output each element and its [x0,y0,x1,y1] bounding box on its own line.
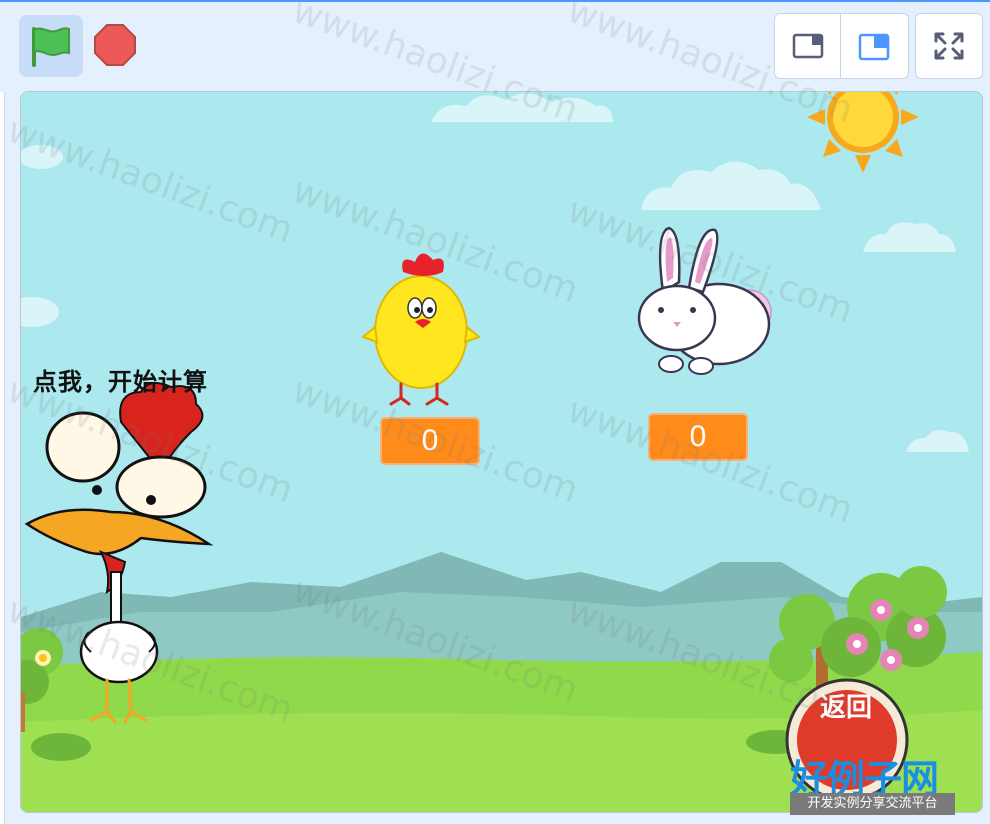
green-flag-button[interactable] [19,15,83,77]
left-panel-edge [0,92,5,824]
stop-icon [94,24,136,66]
normal-stage-icon [858,33,890,61]
small-stage-icon [792,33,824,59]
stop-button[interactable] [92,22,138,68]
small-stage-button[interactable] [774,13,842,79]
green-flag-icon [32,27,70,67]
back-badge-label[interactable]: 返回 [811,687,881,724]
chick-counter-monitor: 0 [380,417,480,465]
rooster-speech-text: 点我，开始计算 [33,368,208,396]
rabbit-counter-monitor: 0 [648,413,748,461]
stage[interactable]: 点我，开始计算 0 0 返回 [20,91,983,813]
fullscreen-icon [934,32,964,60]
top-accent-line [0,0,990,2]
site-logo-subtitle: 开发实例分享交流平台 [790,793,955,815]
normal-stage-button[interactable] [840,13,909,79]
fullscreen-button[interactable] [915,13,983,79]
